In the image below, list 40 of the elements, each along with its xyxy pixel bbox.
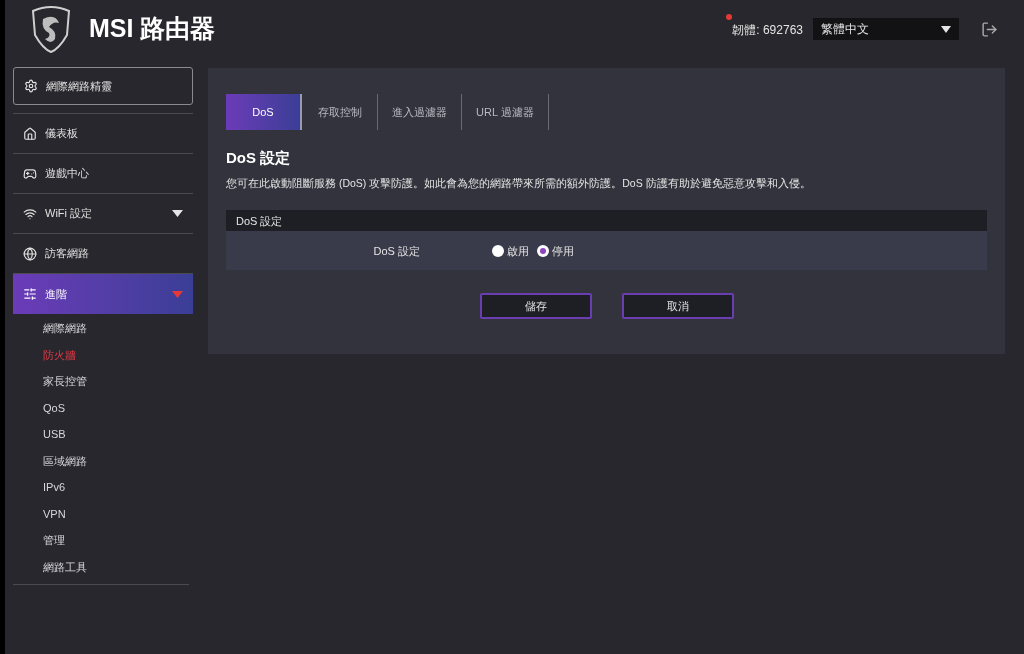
section-title: DoS 設定 bbox=[226, 148, 292, 168]
caret-icon bbox=[941, 25, 951, 33]
submenu-item[interactable]: 防火牆 bbox=[13, 341, 189, 368]
section-description: 您可在此啟動阻斷服務 (DoS) 攻擊防護。如此會為您的網路帶來所需的額外防護。DoS 防護有助於避免惡意攻擊和入侵。 bbox=[226, 175, 812, 191]
tab[interactable]: DoS bbox=[226, 94, 302, 130]
tab[interactable]: URL 過濾器 bbox=[462, 94, 549, 130]
app-title: MSI 路由器 bbox=[89, 13, 216, 45]
radio-option[interactable]: 啟用 bbox=[492, 242, 529, 259]
nav-item[interactable]: 遊戲中心 bbox=[13, 154, 193, 194]
firmware-version: 韌體: 692763 bbox=[732, 23, 803, 37]
tab[interactable]: 進入過濾器 bbox=[378, 94, 462, 130]
logout-icon[interactable] bbox=[981, 20, 998, 38]
submenu-item[interactable]: IPv6 bbox=[13, 474, 189, 501]
gamepad-icon bbox=[23, 166, 37, 181]
nav-item[interactable]: WiFi 設定 bbox=[13, 194, 193, 234]
submenu-item[interactable]: 網路工具 bbox=[13, 553, 189, 580]
settings-table-header: DoS 設定 bbox=[226, 210, 987, 232]
nav-item[interactable]: 進階 bbox=[13, 274, 193, 314]
language-select[interactable]: 繁體中文 bbox=[813, 18, 959, 40]
submenu-item[interactable]: 區域網路 bbox=[13, 447, 189, 474]
wizard-button[interactable]: 網際網路精靈 bbox=[13, 67, 193, 105]
caret-icon bbox=[172, 290, 183, 298]
submenu-item[interactable]: 家長控管 bbox=[13, 368, 189, 395]
sliders-icon bbox=[23, 287, 37, 301]
action-button[interactable]: 儲存 bbox=[479, 293, 592, 320]
submenu-item[interactable]: 網際網路 bbox=[13, 315, 189, 342]
submenu-item[interactable]: VPN bbox=[13, 500, 189, 527]
submenu-item[interactable]: USB bbox=[13, 421, 189, 448]
submenu-item[interactable]: QoS bbox=[13, 394, 189, 421]
tab[interactable]: 存取控制 bbox=[302, 94, 378, 130]
home-icon bbox=[23, 126, 37, 141]
settings-icon bbox=[24, 79, 38, 93]
field-label: DoS 設定 bbox=[372, 243, 421, 259]
nav-item[interactable]: 儀表板 bbox=[13, 114, 193, 154]
caret-icon bbox=[172, 210, 183, 217]
globe-icon bbox=[23, 246, 37, 261]
radio-option[interactable]: 停用 bbox=[537, 242, 574, 259]
action-button[interactable]: 取消 bbox=[621, 293, 734, 320]
wifi-icon bbox=[23, 206, 37, 221]
submenu-item[interactable]: 管理 bbox=[13, 527, 189, 554]
